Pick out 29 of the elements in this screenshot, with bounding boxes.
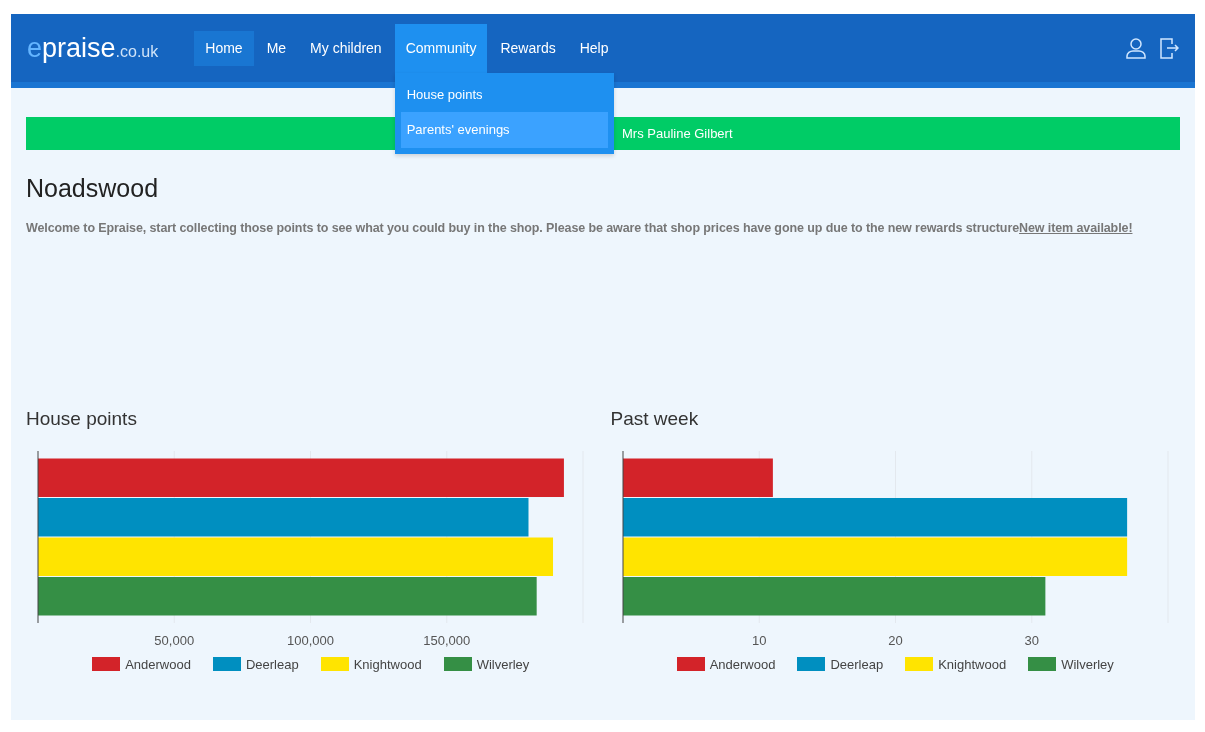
- welcome-message: Welcome to Epraise, start collecting those points to see what you could buy in the shop. Please be aware that shop prices have gone up due to the new rewards structureNew item available!: [26, 219, 1134, 237]
- nav-tab[interactable]: Home: [194, 30, 254, 66]
- nav-tab[interactable]: Rewards: [489, 30, 567, 66]
- legend-label: Deerleap: [830, 657, 884, 672]
- legend-label: Knightwood: [353, 657, 422, 672]
- axis-tick-label: 100,000: [287, 633, 334, 648]
- user-icon[interactable]: [1125, 37, 1147, 59]
- logout-icon[interactable]: [1159, 37, 1179, 59]
- legend-label: Knightwood: [938, 657, 1007, 672]
- menu-item[interactable]: House points: [400, 76, 608, 112]
- axis-tick-label: 30: [1024, 633, 1039, 648]
- school-heading: Noadswood: [26, 173, 160, 204]
- legend-label: Wilverley: [476, 657, 530, 672]
- legend-label: Anderwood: [125, 657, 191, 672]
- nav-tab[interactable]: Me: [255, 30, 298, 66]
- axis-tick-label: 50,000: [154, 633, 195, 648]
- axis-tick-label: 10: [751, 633, 766, 648]
- chart-title: Past week: [610, 406, 700, 431]
- legend-label: Deerleap: [245, 657, 299, 672]
- nav-tab[interactable]: Help: [568, 30, 620, 66]
- nav-tab[interactable]: Community: [394, 23, 488, 73]
- axis-tick-label: 20: [887, 633, 903, 648]
- nav-tab[interactable]: My children: [299, 30, 393, 66]
- chart-title: House points: [26, 406, 138, 431]
- legend-label: Anderwood: [709, 657, 776, 672]
- brand-logo[interactable]: epraise.co.uk: [27, 27, 159, 69]
- axis-tick-label: 150,000: [423, 633, 471, 648]
- legend-label: Wilverley: [1061, 657, 1114, 672]
- new-item-link[interactable]: New item available!: [1019, 220, 1133, 235]
